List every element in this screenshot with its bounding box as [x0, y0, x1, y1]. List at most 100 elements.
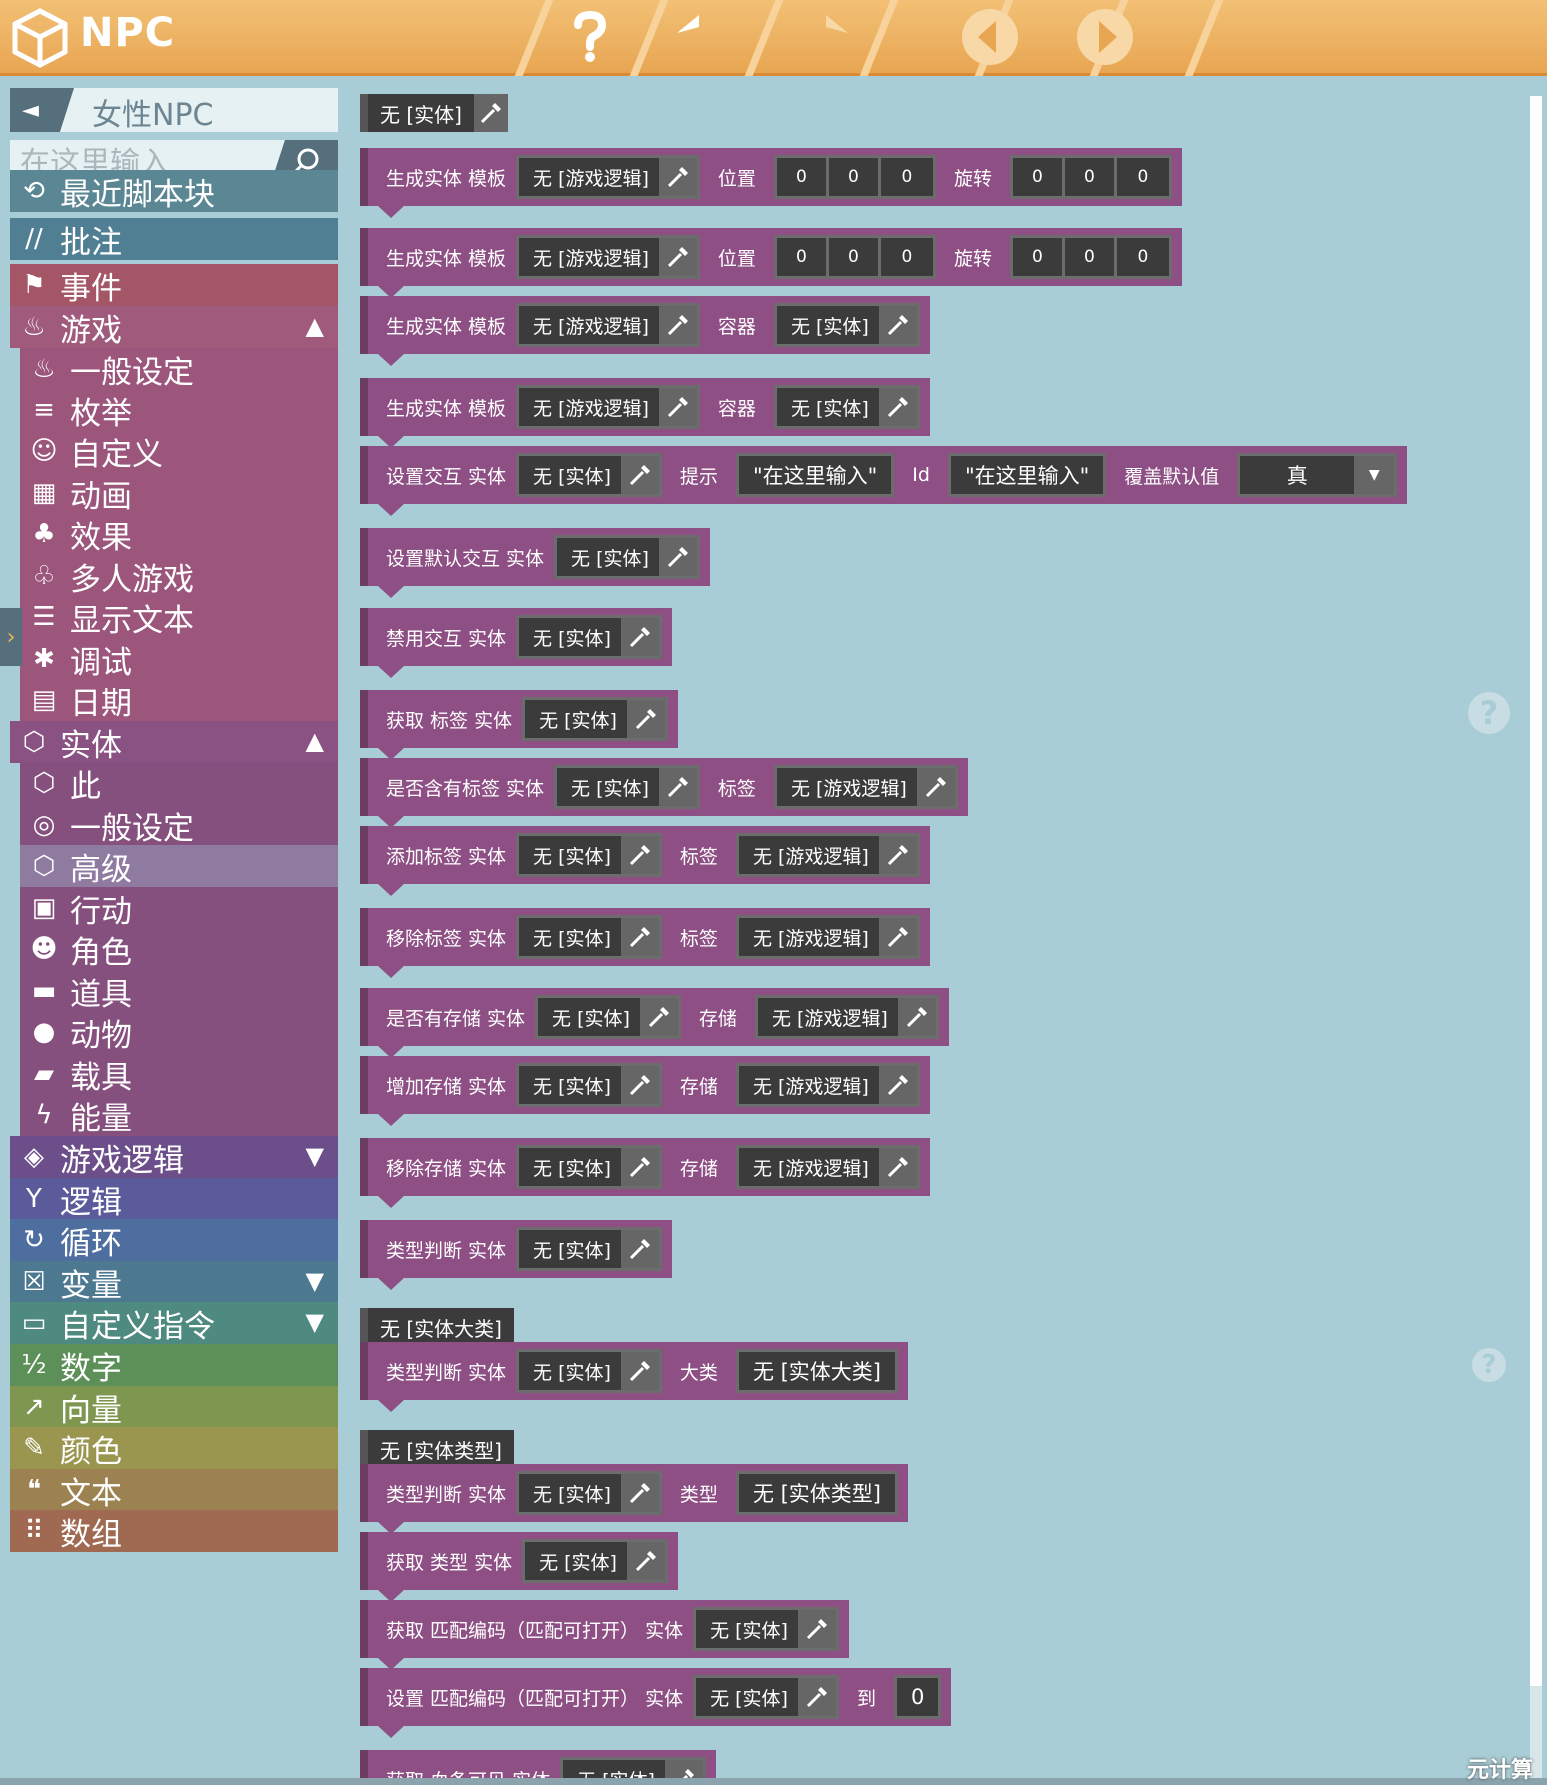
script-block[interactable]: 类型判断 实体 无 [实体] — [360, 1220, 672, 1278]
category-9[interactable]: ♣ 效果 — [20, 513, 338, 556]
category-15[interactable]: ⬡ 此 — [20, 762, 338, 805]
number-field[interactable]: 0 — [1065, 238, 1117, 276]
text-input[interactable]: "在这里输入" — [735, 453, 895, 497]
eyedropper-icon[interactable] — [916, 768, 955, 806]
vector-input[interactable]: 000 — [1009, 235, 1172, 279]
entity-slot[interactable]: 无 [实体] — [516, 1145, 662, 1189]
entity-slot[interactable]: 无 [实体] — [535, 995, 681, 1039]
category-32[interactable]: ❝ 文本 — [10, 1469, 338, 1512]
eyedropper-icon[interactable] — [473, 94, 508, 132]
entity-slot[interactable]: 无 [游戏逻辑] — [735, 833, 920, 877]
script-block[interactable]: 生成实体 模板 无 [游戏逻辑] 容器 无 [实体] — [360, 296, 930, 354]
collapse-arrow-icon[interactable]: ▲ — [306, 312, 324, 340]
entity-slot[interactable]: 无 [实体] — [522, 1539, 668, 1583]
script-block[interactable]: 获取 匹配编码（匹配可打开） 实体 无 [实体] — [360, 1600, 849, 1658]
entity-slot[interactable]: 无 [实体] — [693, 1607, 839, 1651]
category-21[interactable]: ● 动物 — [20, 1011, 338, 1054]
text-input[interactable]: 无 [实体大类] — [735, 1349, 898, 1393]
script-block[interactable]: 生成实体 模板 无 [游戏逻辑] 容器 无 [实体] — [360, 378, 930, 436]
collapse-arrow-icon[interactable]: ▲ — [306, 727, 324, 755]
category-24[interactable]: ◈ 游戏逻辑 ▼ — [10, 1136, 338, 1179]
eyedropper-icon[interactable] — [878, 1066, 917, 1104]
category-20[interactable]: ▬ 道具 — [20, 970, 338, 1013]
eyedropper-icon[interactable] — [626, 1542, 665, 1580]
text-input[interactable]: "在这里输入" — [947, 453, 1107, 497]
scrollbar-thumb[interactable] — [1530, 96, 1542, 1686]
category-19[interactable]: ☻ 角色 — [20, 928, 338, 971]
entity-slot[interactable]: 无 [实体] — [554, 535, 700, 579]
eyedropper-icon[interactable] — [639, 998, 678, 1036]
text-input[interactable]: 无 [实体类型] — [735, 1471, 898, 1515]
next-button[interactable] — [1070, 6, 1140, 68]
eyedropper-icon[interactable] — [658, 158, 697, 196]
eyedropper-icon[interactable] — [620, 918, 659, 956]
text-input[interactable]: 0 — [893, 1675, 942, 1719]
help-icon[interactable]: ? — [1468, 692, 1510, 734]
eyedropper-icon[interactable] — [878, 1148, 917, 1186]
eyedropper-icon[interactable] — [620, 1148, 659, 1186]
category-23[interactable]: ϟ 能量 — [20, 1094, 338, 1137]
entity-slot[interactable]: 无 [游戏逻辑] — [773, 765, 958, 809]
number-field[interactable]: 0 — [1013, 238, 1065, 276]
entity-slot[interactable]: 无 [游戏逻辑] — [516, 303, 700, 347]
eyedropper-icon[interactable] — [620, 1352, 659, 1390]
category-10[interactable]: ♧ 多人游戏 — [20, 555, 338, 598]
category-29[interactable]: ½ 数字 — [10, 1344, 338, 1387]
category-6[interactable]: ≡ 枚举 — [20, 389, 338, 432]
entity-slot[interactable]: 无 [实体] — [693, 1675, 839, 1719]
category-13[interactable]: ▤ 日期 — [20, 679, 338, 722]
script-block[interactable]: 获取 标签 实体 无 [实体] — [360, 690, 678, 748]
entity-slot[interactable]: 无 [游戏逻辑] — [735, 1063, 920, 1107]
script-block[interactable]: 增加存储 实体 无 [实体] 存储 无 [游戏逻辑] — [360, 1056, 930, 1114]
redo-button[interactable] — [785, 6, 855, 68]
entity-slot[interactable]: 无 [游戏逻辑] — [516, 155, 700, 199]
entity-slot[interactable]: 无 [实体] — [516, 833, 662, 877]
number-field[interactable]: 0 — [829, 158, 881, 196]
vertical-scrollbar[interactable] — [1530, 96, 1542, 1778]
entity-slot[interactable]: 无 [游戏逻辑] — [735, 915, 920, 959]
eyedropper-icon[interactable] — [878, 918, 917, 956]
number-field[interactable]: 0 — [1065, 158, 1117, 196]
expand-arrow-icon[interactable]: ▼ — [306, 1142, 324, 1170]
category-18[interactable]: ▣ 行动 — [20, 887, 338, 930]
eyedropper-icon[interactable] — [797, 1678, 836, 1716]
eyedropper-icon[interactable] — [620, 618, 659, 656]
eyedropper-icon[interactable] — [658, 306, 697, 344]
eyedropper-icon[interactable] — [620, 456, 659, 494]
category-14[interactable]: ⬡ 实体 ▲ — [10, 721, 338, 764]
number-field[interactable]: 0 — [1117, 238, 1169, 276]
script-block[interactable]: 设置 匹配编码（匹配可打开） 实体 无 [实体] 到 0 — [360, 1668, 952, 1726]
undo-button[interactable] — [670, 6, 740, 68]
entity-slot[interactable]: 无 [实体] — [516, 615, 662, 659]
eyedropper-icon[interactable] — [658, 238, 697, 276]
back-button[interactable]: ◄ — [10, 88, 74, 132]
category-8[interactable]: ▦ 动画 — [20, 472, 338, 515]
number-field[interactable]: 0 — [777, 238, 829, 276]
entity-slot[interactable]: 无 [实体] — [516, 1349, 662, 1393]
vector-input[interactable]: 000 — [773, 235, 936, 279]
category-28[interactable]: ▭ 自定义指令 ▼ — [10, 1302, 338, 1345]
eyedropper-icon[interactable] — [878, 836, 917, 874]
script-block[interactable]: 移除存储 实体 无 [实体] 存储 无 [游戏逻辑] — [360, 1138, 930, 1196]
category-11[interactable]: ☰ 显示文本 — [20, 596, 338, 639]
script-block[interactable]: 移除标签 实体 无 [实体] 标签 无 [游戏逻辑] — [360, 908, 930, 966]
script-block[interactable]: 设置交互 实体无 [实体] 提示 "在这里输入" Id "在这里输入" 覆盖默认值真 ▼ — [360, 446, 1408, 504]
eyedropper-icon[interactable] — [878, 388, 917, 426]
script-block[interactable]: 是否有存储 实体 无 [实体] 存储 无 [游戏逻辑] — [360, 988, 949, 1046]
entity-slot[interactable]: 无 [实体] — [522, 697, 668, 741]
entity-slot[interactable]: 无 [实体] — [554, 765, 700, 809]
category-30[interactable]: ↗ 向量 — [10, 1386, 338, 1429]
eyedropper-icon[interactable] — [658, 388, 697, 426]
entity-slot[interactable]: 无 [游戏逻辑] — [516, 385, 700, 429]
dropdown-select[interactable]: 真 ▼ — [1237, 453, 1398, 497]
category-1[interactable]: ⟲ 最近脚本块 — [10, 170, 338, 213]
eyedropper-icon[interactable] — [897, 998, 936, 1036]
category-26[interactable]: ↻ 循环 — [10, 1219, 338, 1262]
number-field[interactable]: 0 — [1013, 158, 1065, 196]
script-block[interactable]: 生成实体 模板无 [游戏逻辑] 位置 0 0 0 旋转 0 0 0 — [360, 148, 1182, 206]
number-field[interactable]: 0 — [881, 158, 933, 196]
category-2[interactable]: // 批注 — [10, 218, 338, 261]
category-16[interactable]: ◎ 一般设定 — [20, 804, 338, 847]
category-25[interactable]: Y 逻辑 — [10, 1178, 338, 1221]
eyedropper-icon[interactable] — [620, 836, 659, 874]
